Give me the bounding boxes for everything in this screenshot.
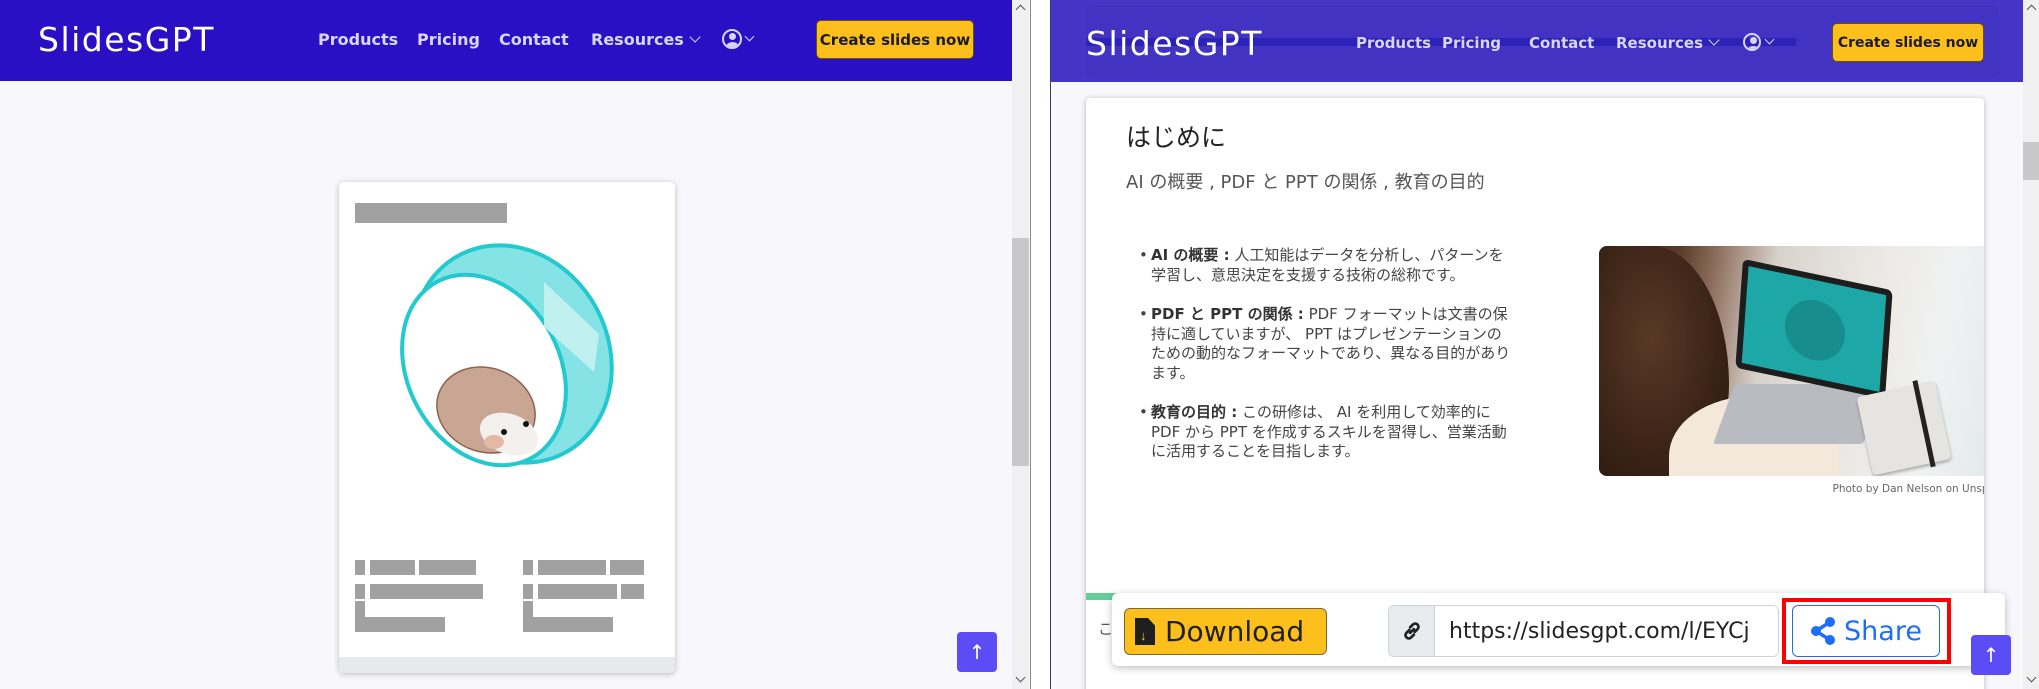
chevron-down-icon (1708, 34, 1720, 46)
skeleton-line (523, 560, 533, 575)
skeleton-footer (339, 657, 675, 673)
nav-link-pricing[interactable]: Pricing (417, 30, 480, 49)
share-link-input[interactable] (1435, 606, 1778, 656)
user-circle-icon[interactable] (722, 29, 742, 49)
scroll-down-icon[interactable] (2026, 672, 2037, 683)
nav-link-resources-label: Resources (591, 30, 684, 49)
bullet-item: PDF と PPT の関係 : PDF フォーマットは文書の保持に適していますが… (1139, 305, 1516, 383)
link-icon (1389, 606, 1435, 656)
skeleton-line (355, 601, 365, 617)
nav-link-pricing[interactable]: Pricing (1442, 34, 1501, 52)
skeleton-line (621, 584, 644, 599)
scroll-down-icon[interactable] (1015, 672, 1026, 683)
navbar: SlidesGPT Products Pricing Contact Resou… (0, 0, 1012, 81)
create-slides-button[interactable]: Create slides now (1832, 23, 1984, 62)
slide-bullets: AI の概要 : 人工知能はデータを分析し、パターンを学習し、意思決定を支援する… (1139, 246, 1516, 482)
bullet-item: 教育の目的 : この研修は、 AI を利用して効率的に PDF から PPT を… (1139, 403, 1516, 462)
loading-skeleton-card (339, 182, 675, 673)
bullet-heading: PDF と PPT の関係 : (1151, 305, 1304, 323)
skeleton-line (370, 560, 415, 575)
back-to-top-button[interactable]: ↑ (957, 632, 997, 672)
nav-link-resources[interactable]: Resources (1616, 34, 1720, 52)
nav-link-contact[interactable]: Contact (1529, 34, 1594, 52)
arrow-up-icon: ↑ (1982, 643, 2000, 667)
brand-logo[interactable]: SlidesGPT (1086, 24, 1263, 63)
slide-subtitle: AI の概要 , PDF と PPT の関係 , 教育の目的 (1126, 172, 1485, 193)
skeleton-line (538, 560, 606, 575)
share-label: Share (1844, 615, 1922, 647)
scroll-up-icon[interactable] (2026, 4, 2037, 15)
right-scrollbar[interactable] (2023, 0, 2039, 689)
chevron-down-icon[interactable] (744, 31, 755, 42)
share-button[interactable]: Share (1792, 605, 1940, 657)
download-label: Download (1165, 615, 1305, 648)
skeleton-line (355, 617, 445, 632)
bullet-heading: 教育の目的 : (1151, 403, 1238, 421)
file-download-icon: ↓ (1135, 618, 1155, 645)
skeleton-line (523, 601, 533, 617)
scrollbar-thumb[interactable] (2023, 142, 2039, 180)
bullet-item: AI の概要 : 人工知能はデータを分析し、パターンを学習し、意思決定を支援する… (1139, 246, 1516, 285)
left-browser-window: SlidesGPT Products Pricing Contact Resou… (0, 0, 1031, 689)
skeleton-title-bar (355, 203, 507, 223)
bullet-heading: AI の概要 : (1151, 246, 1230, 264)
navbar: SlidesGPT Products Pricing Contact Resou… (1051, 0, 2026, 82)
nav-link-resources[interactable]: Resources (591, 30, 701, 49)
share-link-group (1388, 605, 1779, 657)
slide-title: はじめに (1126, 123, 1227, 152)
share-toolbar: ↓ Download Share (1112, 593, 2005, 666)
download-button[interactable]: ↓ Download (1124, 608, 1327, 655)
back-to-top-button[interactable]: ↑ (1971, 635, 2011, 675)
scroll-up-icon[interactable] (1015, 4, 1026, 15)
chevron-down-icon (689, 31, 701, 43)
skeleton-line (538, 584, 617, 599)
nav-link-products[interactable]: Products (318, 30, 398, 49)
scrollbar-thumb[interactable] (1012, 238, 1029, 466)
skeleton-line (419, 560, 476, 575)
left-scrollbar[interactable] (1012, 0, 1029, 689)
nav-link-products[interactable]: Products (1356, 34, 1431, 52)
nav-link-contact[interactable]: Contact (499, 30, 569, 49)
skeleton-line (355, 584, 365, 599)
hamster-wheel-icon (400, 243, 614, 468)
skeleton-line (523, 584, 533, 599)
skeleton-line (610, 560, 644, 575)
user-circle-icon[interactable] (1743, 33, 1761, 51)
skeleton-line (523, 617, 613, 632)
photo-credit: Photo by Dan Nelson on Unsplash (1832, 483, 1984, 495)
skeleton-line (355, 560, 365, 575)
photo-laptop-screen (1735, 258, 1893, 400)
create-slides-button[interactable]: Create slides now (816, 20, 974, 59)
nav-link-resources-label: Resources (1616, 34, 1704, 52)
brand-logo[interactable]: SlidesGPT (38, 20, 215, 59)
arrow-up-icon: ↑ (968, 640, 986, 664)
slide-photo (1599, 246, 1984, 476)
right-browser-window: SlidesGPT Products Pricing Contact Resou… (1050, 0, 2039, 689)
skeleton-line (370, 584, 483, 599)
link-chain-icon (1403, 622, 1420, 640)
photo-notebook (1856, 380, 1952, 476)
share-icon (1811, 617, 1836, 645)
